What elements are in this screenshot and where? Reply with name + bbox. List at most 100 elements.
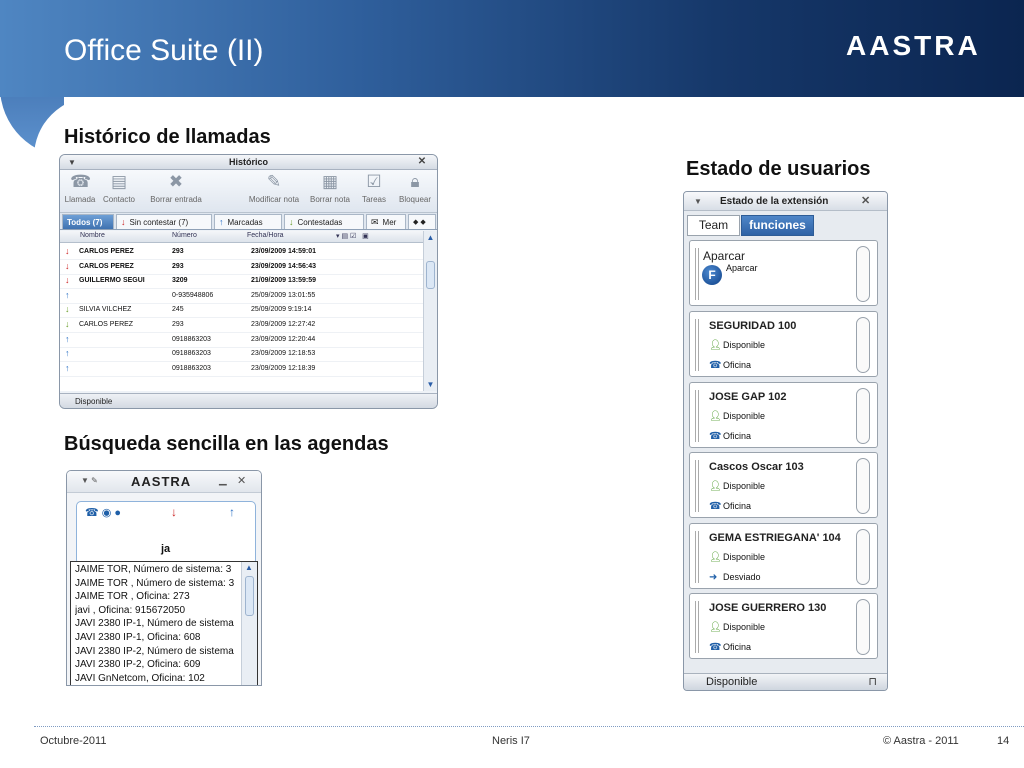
tab-team[interactable]: Team — [687, 215, 740, 236]
list-item[interactable]: JAVI 2380 IP-2, Oficina: 609 — [75, 659, 241, 670]
missed-call-icon: ↓ — [65, 260, 70, 271]
scroll-up-icon[interactable]: ▲ — [425, 232, 436, 243]
cell-name: SILVIA VILCHEZ — [79, 306, 132, 314]
missed-call-filter-icon[interactable]: ↓ — [171, 505, 177, 519]
edit-note-button[interactable]: ✎ Modificar nota — [246, 172, 302, 204]
search-titlebar[interactable]: ▼ ✎ AASTRA ▁ ✕ — [67, 471, 261, 493]
tab-scroll-arrows[interactable]: ◆ ◆ — [408, 214, 436, 229]
header-curve — [0, 97, 64, 157]
tab-funciones[interactable]: funciones — [741, 215, 814, 236]
history-title: Histórico — [228, 157, 268, 167]
history-titlebar[interactable]: ▼ Histórico ✕ — [60, 155, 437, 170]
missed-call-icon: ↓ — [65, 246, 70, 256]
card-handle — [695, 319, 699, 371]
slide-title: Office Suite (II) — [64, 34, 264, 67]
col-numero[interactable]: Número — [172, 232, 197, 239]
footer-copyright: © Aastra - 2011 — [883, 735, 959, 747]
contact-button[interactable]: ▤ Contacto — [100, 172, 138, 204]
table-row[interactable]: ↓ SILVIA VILCHEZ 245 25/09/2009 9:19:14 — [60, 303, 424, 319]
results-scrollbar[interactable]: ▲ — [241, 562, 257, 685]
table-row[interactable]: ↑ 0918863203 23/09/2009 12:20:44 — [60, 333, 424, 348]
menu-caret-icon[interactable]: ▼ — [694, 192, 702, 211]
user-presence-icon: 👤︎ — [709, 481, 722, 493]
cell-datetime: 23/09/2009 12:18:39 — [251, 364, 316, 372]
table-row[interactable]: ↓ CARLOS PEREZ 293 23/09/2009 14:59:01 — [60, 245, 424, 260]
col-nombre[interactable]: Nombre — [80, 232, 105, 239]
col-fechahora[interactable]: Fecha/Hora — [247, 232, 284, 239]
scroll-thumb[interactable] — [426, 261, 435, 289]
user-name: JOSE GAP 102 — [709, 390, 787, 403]
user-card[interactable]: SEGURIDAD 100 👤︎Disponible ☎ Oficina — [689, 311, 878, 377]
tab-mer[interactable]: ✉ Mer — [366, 214, 406, 229]
history-scrollbar[interactable]: ▲ ▼ — [423, 231, 437, 391]
user-name: JOSE GUERRERO 130 — [709, 602, 827, 615]
card-handle — [695, 248, 699, 300]
footer-center: Neris I7 — [492, 735, 530, 747]
table-row[interactable]: ↓ GUILLERMO SEGUI 3209 21/09/2009 13:59:59 — [60, 274, 424, 290]
presence-row: 👤︎Disponible — [709, 551, 766, 563]
contacts-icons[interactable]: ☎ ◉ ● — [85, 506, 121, 519]
delete-note-icon: ▦ — [321, 172, 339, 191]
list-item[interactable]: JAVI 2380 IP-1, Número de sistema — [75, 618, 241, 629]
list-item[interactable]: JAVI GnNetcom, Oficina: 102 — [75, 673, 241, 684]
user-card[interactable]: JOSE GUERRERO 130 👤︎Disponible ☎ Oficina — [689, 593, 878, 660]
call-button[interactable]: ☎ Llamada — [63, 172, 97, 204]
location-row: ☎ Oficina — [709, 501, 752, 513]
user-card[interactable]: GEMA ESTRIEGANA' 104 👤︎Disponible ➜ Desviad… — [689, 522, 878, 589]
table-row[interactable]: ↓ CARLOS PEREZ 293 23/09/2009 12:27:42 — [60, 318, 424, 333]
menu-caret-icon[interactable]: ▼ ✎ — [81, 476, 98, 485]
phone-icon: ☎ — [709, 430, 722, 442]
park-card[interactable]: Aparcar F Aparcar — [689, 240, 878, 306]
status-window: ▼ Estado de la extensión ✕ Team funcione… — [683, 191, 888, 691]
outgoing-call-filter-icon[interactable]: ↑ — [229, 505, 235, 519]
close-icon[interactable]: ✕ — [861, 192, 870, 211]
close-icon[interactable]: ✕ — [415, 156, 429, 168]
cell-datetime: 25/09/2009 9:19:14 — [251, 306, 312, 314]
user-name: SEGURIDAD 100 — [709, 320, 797, 332]
card-pill — [856, 528, 870, 585]
grid-header: Nombre Número Fecha/Hora ▾ ▤ ☑ ▣ — [60, 231, 424, 243]
user-presence-icon: 👤︎ — [709, 340, 722, 351]
user-card[interactable]: Cascos Oscar 103 👤︎Disponible ☎ Oficina — [689, 452, 878, 519]
list-item[interactable]: JAIME TOR , Número de sistema: 3 — [75, 578, 241, 589]
cell-number: 3209 — [172, 277, 188, 285]
delete-note-button[interactable]: ▦ Borrar nota — [306, 172, 354, 204]
tab-todos[interactable]: Todos (7) — [62, 214, 114, 229]
search-input[interactable]: ja — [161, 543, 170, 555]
table-row[interactable]: ↑ 0918863203 23/09/2009 12:18:53 — [60, 347, 424, 363]
sort-caret-icon[interactable]: ▾ ▤ ☑ ▣ — [336, 232, 369, 240]
presence-status[interactable]: Disponible — [706, 676, 757, 688]
menu-caret-icon[interactable]: ▼ — [68, 155, 76, 170]
history-toolbar: ☎ Llamada ▤ Contacto ✖ Borrar entrada ✎ Modi… — [60, 170, 437, 213]
table-row[interactable]: ↓ CARLOS PEREZ 293 23/09/2009 14:56:43 — [60, 260, 424, 275]
tasks-icon: ☑ — [366, 172, 382, 191]
delete-entry-button[interactable]: ✖ Borrar entrada — [146, 172, 206, 204]
user-card[interactable]: JOSE GAP 102 👤︎Disponible ☎ Oficina — [689, 381, 878, 448]
list-item[interactable]: JAIME TOR, Número de sistema: 3 — [75, 564, 241, 575]
table-row[interactable]: ↑ 0918863203 23/09/2009 12:18:39 — [60, 362, 424, 377]
close-icon[interactable]: ✕ — [237, 474, 246, 487]
list-item[interactable]: JAVI 2380 IP-2, Número de sistema — [75, 646, 241, 657]
tasks-button[interactable]: ☑ Tareas — [360, 172, 388, 204]
list-item[interactable]: JAIME TOR , Oficina: 273 — [75, 591, 241, 602]
scroll-thumb[interactable] — [245, 576, 254, 616]
minimize-icon[interactable]: ▁ — [219, 475, 227, 486]
scroll-down-icon[interactable]: ▼ — [425, 379, 436, 390]
scroll-up-icon[interactable]: ▲ — [245, 563, 253, 572]
lock-icon[interactable]: ⊓ — [868, 674, 877, 690]
tab-marcadas[interactable]: ↑ Marcadas — [214, 214, 282, 229]
card-pill — [856, 317, 870, 373]
cell-datetime: 25/09/2009 13:01:55 — [251, 291, 316, 299]
outgoing-call-icon: ↑ — [65, 362, 70, 373]
status-titlebar[interactable]: ▼ Estado de la extensión ✕ — [684, 192, 887, 211]
list-item[interactable]: JAVI 2380 IP-1, Oficina: 608 — [75, 632, 241, 643]
tab-sin-contestar[interactable]: ↓ Sin contestar (7) — [116, 214, 212, 229]
list-item[interactable]: javi , Oficina: 915672050 — [75, 605, 241, 616]
lock-button[interactable]: 🔒︎ Bloquear — [396, 172, 434, 204]
presence-row: 👤︎Disponible — [709, 481, 766, 493]
card-pill — [856, 246, 870, 302]
table-row[interactable]: ↑ 0-935948806 25/09/2009 13:01:55 — [60, 289, 424, 304]
tab-contestadas[interactable]: ↓ Contestadas — [284, 214, 364, 229]
cell-datetime: 23/09/2009 12:18:53 — [251, 350, 316, 358]
status-title: Estado de la extensión — [720, 196, 829, 207]
